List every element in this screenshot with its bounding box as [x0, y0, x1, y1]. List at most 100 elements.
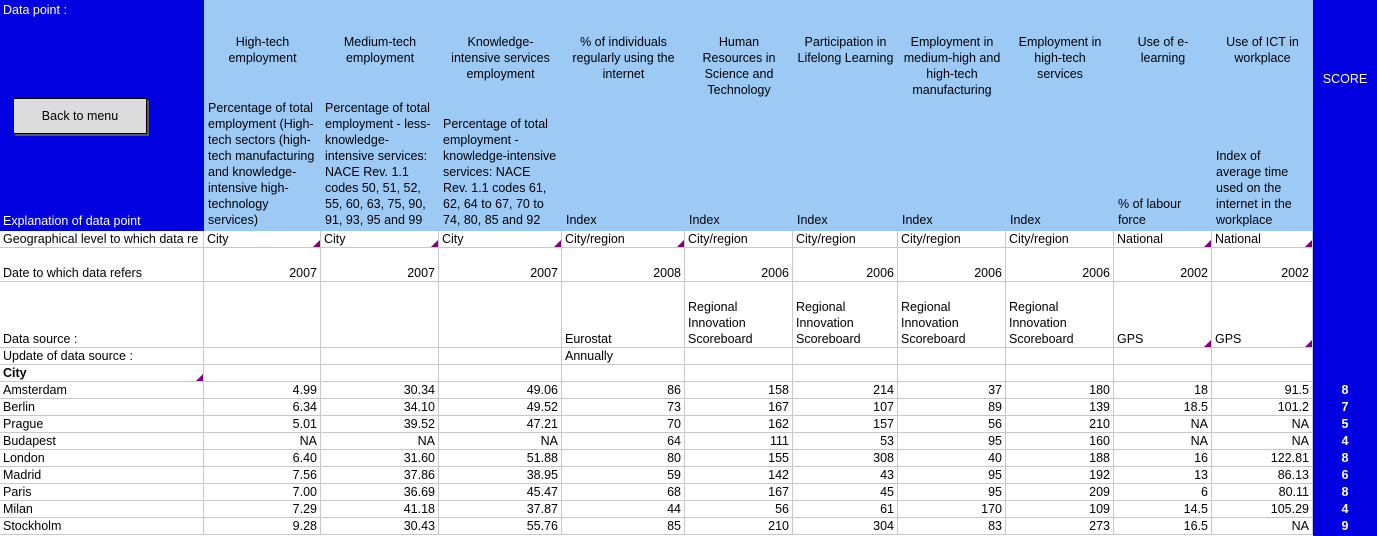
- data-cell[interactable]: NA: [1114, 433, 1212, 450]
- data-cell[interactable]: 162: [685, 416, 793, 433]
- data-cell[interactable]: 7.29: [204, 501, 321, 518]
- city-name-cell[interactable]: Berlin: [0, 399, 204, 416]
- data-cell[interactable]: 31.60: [321, 450, 439, 467]
- data-cell[interactable]: 91.5: [1212, 382, 1313, 399]
- data-cell[interactable]: 4.99: [204, 382, 321, 399]
- data-cell[interactable]: 41.18: [321, 501, 439, 518]
- data-cell[interactable]: 6.34: [204, 399, 321, 416]
- data-cell[interactable]: 49.06: [439, 382, 562, 399]
- data-cell[interactable]: 53: [793, 433, 898, 450]
- data-cell[interactable]: 86.13: [1212, 467, 1313, 484]
- score-cell[interactable]: 4: [1313, 501, 1377, 518]
- city-name-cell[interactable]: Paris: [0, 484, 204, 501]
- data-cell[interactable]: NA: [1212, 518, 1313, 535]
- data-cell[interactable]: 39.52: [321, 416, 439, 433]
- data-cell[interactable]: 68: [562, 484, 685, 501]
- data-cell[interactable]: 45.47: [439, 484, 562, 501]
- data-cell[interactable]: 45: [793, 484, 898, 501]
- city-name-cell[interactable]: Amsterdam: [0, 382, 204, 399]
- data-cell[interactable]: NA: [1114, 416, 1212, 433]
- data-cell[interactable]: 273: [1006, 518, 1114, 535]
- data-cell[interactable]: 13: [1114, 467, 1212, 484]
- score-cell[interactable]: 8: [1313, 382, 1377, 399]
- data-cell[interactable]: 49.52: [439, 399, 562, 416]
- score-cell[interactable]: 4: [1313, 433, 1377, 450]
- data-cell[interactable]: 61: [793, 501, 898, 518]
- data-cell[interactable]: 85: [562, 518, 685, 535]
- data-cell[interactable]: 308: [793, 450, 898, 467]
- city-name-cell[interactable]: Prague: [0, 416, 204, 433]
- data-cell[interactable]: 55.76: [439, 518, 562, 535]
- data-cell[interactable]: 40: [898, 450, 1006, 467]
- data-cell[interactable]: 155: [685, 450, 793, 467]
- data-cell[interactable]: 89: [898, 399, 1006, 416]
- data-cell[interactable]: 107: [793, 399, 898, 416]
- data-cell[interactable]: 56: [685, 501, 793, 518]
- data-cell[interactable]: 6: [1114, 484, 1212, 501]
- data-cell[interactable]: 188: [1006, 450, 1114, 467]
- data-cell[interactable]: 30.43: [321, 518, 439, 535]
- data-cell[interactable]: 158: [685, 382, 793, 399]
- data-cell[interactable]: NA: [321, 433, 439, 450]
- data-cell[interactable]: 111: [685, 433, 793, 450]
- data-cell[interactable]: 95: [898, 484, 1006, 501]
- data-cell[interactable]: 18.5: [1114, 399, 1212, 416]
- data-cell[interactable]: 180: [1006, 382, 1114, 399]
- data-cell[interactable]: 44: [562, 501, 685, 518]
- data-cell[interactable]: 9.28: [204, 518, 321, 535]
- score-cell[interactable]: 5: [1313, 416, 1377, 433]
- score-cell[interactable]: 8: [1313, 484, 1377, 501]
- data-cell[interactable]: 7.56: [204, 467, 321, 484]
- data-cell[interactable]: 16: [1114, 450, 1212, 467]
- back-to-menu-button[interactable]: Back to menu: [13, 98, 147, 134]
- data-cell[interactable]: 37.87: [439, 501, 562, 518]
- data-cell[interactable]: 214: [793, 382, 898, 399]
- data-cell[interactable]: 80.11: [1212, 484, 1313, 501]
- data-cell[interactable]: 43: [793, 467, 898, 484]
- data-cell[interactable]: 105.29: [1212, 501, 1313, 518]
- data-cell[interactable]: 210: [1006, 416, 1114, 433]
- data-cell[interactable]: 70: [562, 416, 685, 433]
- data-cell[interactable]: 192: [1006, 467, 1114, 484]
- data-cell[interactable]: 122.81: [1212, 450, 1313, 467]
- data-cell[interactable]: 51.88: [439, 450, 562, 467]
- data-cell[interactable]: 30.34: [321, 382, 439, 399]
- data-cell[interactable]: 56: [898, 416, 1006, 433]
- data-cell[interactable]: 209: [1006, 484, 1114, 501]
- score-cell[interactable]: 7: [1313, 399, 1377, 416]
- data-cell[interactable]: 34.10: [321, 399, 439, 416]
- data-cell[interactable]: 167: [685, 484, 793, 501]
- data-cell[interactable]: 59: [562, 467, 685, 484]
- city-name-cell[interactable]: Milan: [0, 501, 204, 518]
- data-cell[interactable]: 157: [793, 416, 898, 433]
- data-cell[interactable]: 37: [898, 382, 1006, 399]
- data-cell[interactable]: 36.69: [321, 484, 439, 501]
- score-cell[interactable]: 9: [1313, 518, 1377, 535]
- city-name-cell[interactable]: Madrid: [0, 467, 204, 484]
- data-cell[interactable]: 86: [562, 382, 685, 399]
- score-cell[interactable]: 6: [1313, 467, 1377, 484]
- data-cell[interactable]: 109: [1006, 501, 1114, 518]
- data-cell[interactable]: 83: [898, 518, 1006, 535]
- data-cell[interactable]: 160: [1006, 433, 1114, 450]
- data-cell[interactable]: 210: [685, 518, 793, 535]
- data-cell[interactable]: 304: [793, 518, 898, 535]
- data-cell[interactable]: 101.2: [1212, 399, 1313, 416]
- data-cell[interactable]: NA: [1212, 433, 1313, 450]
- data-cell[interactable]: NA: [439, 433, 562, 450]
- data-cell[interactable]: 38.95: [439, 467, 562, 484]
- data-cell[interactable]: 139: [1006, 399, 1114, 416]
- data-cell[interactable]: NA: [204, 433, 321, 450]
- data-cell[interactable]: 5.01: [204, 416, 321, 433]
- data-cell[interactable]: NA: [1212, 416, 1313, 433]
- city-name-cell[interactable]: Stockholm: [0, 518, 204, 535]
- data-cell[interactable]: 73: [562, 399, 685, 416]
- data-cell[interactable]: 37.86: [321, 467, 439, 484]
- data-cell[interactable]: 18: [1114, 382, 1212, 399]
- city-name-cell[interactable]: Budapest: [0, 433, 204, 450]
- data-cell[interactable]: 95: [898, 467, 1006, 484]
- data-cell[interactable]: 167: [685, 399, 793, 416]
- data-cell[interactable]: 47.21: [439, 416, 562, 433]
- data-cell[interactable]: 7.00: [204, 484, 321, 501]
- data-cell[interactable]: 16.5: [1114, 518, 1212, 535]
